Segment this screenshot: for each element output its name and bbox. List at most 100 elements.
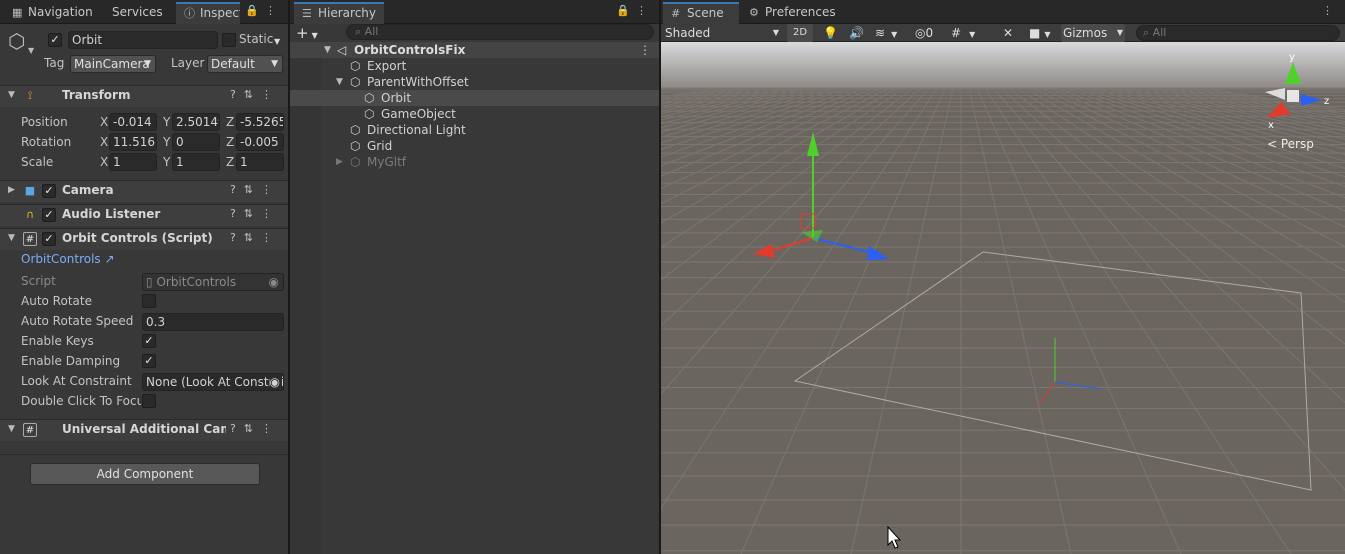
more-options-icon[interactable]: ⋮: [1322, 4, 1339, 17]
rotation-z-field[interactable]: -0.005: [236, 133, 284, 151]
hierarchy-item[interactable]: ⬡ Directional Light: [290, 122, 659, 138]
position-y-field[interactable]: 2.50149: [172, 113, 220, 131]
hierarchy-item[interactable]: ⬡ Export: [290, 58, 659, 74]
hidden-objects-toggle[interactable]: ◎0: [915, 24, 933, 42]
hierarchy-item[interactable]: ⬡ Orbit: [290, 90, 659, 106]
tag-label: Tag: [44, 56, 65, 70]
axis-y-label: Y: [163, 155, 171, 169]
headphones-icon: ∩: [25, 208, 35, 221]
tab-services[interactable]: Services: [104, 2, 171, 24]
component-tools[interactable]: ?⇅⋮: [230, 88, 280, 101]
gizmos-dropdown[interactable]: Gizmos ▼: [1061, 24, 1125, 42]
tab-hierarchy[interactable]: ☰ Hierarchy: [294, 2, 384, 24]
rotation-x-field[interactable]: 11.516: [109, 133, 157, 151]
object-name-field[interactable]: Orbit: [68, 31, 218, 49]
fold-down-icon[interactable]: ▼: [8, 90, 15, 100]
tab-navigation[interactable]: ▦ Navigation: [4, 2, 101, 24]
enable-keys-checkbox[interactable]: ✓: [142, 334, 156, 348]
inspector-tabbar: ▦Navigation Services ⓘInspector 🔒⋮: [0, 0, 288, 24]
chevron-down-icon[interactable]: ▼: [28, 46, 34, 55]
universal-camera-data-header[interactable]: ▼ # Universal Additional Camera Data ?⇅⋮: [0, 419, 288, 441]
audio-toggle-icon[interactable]: 🔊: [849, 24, 864, 42]
fold-down-icon[interactable]: ▼: [336, 74, 343, 90]
effects-toggle-icon[interactable]: ≋ ▼: [875, 24, 897, 42]
component-tools[interactable]: ?⇅⋮: [230, 231, 280, 244]
axis-z-label: Z: [226, 155, 235, 169]
static-dropdown-icon[interactable]: ▼: [274, 37, 280, 46]
orbit-controls-header[interactable]: ▼ # ✓ Orbit Controls (Script) ?⇅⋮: [0, 228, 288, 250]
axis-x-label: X: [100, 155, 109, 169]
search-icon: ⌕: [355, 25, 362, 38]
double-click-focus-checkbox[interactable]: [142, 394, 156, 408]
chevron-down-icon: ▼: [271, 59, 278, 69]
hierarchy-item[interactable]: ⬡ Grid: [290, 138, 659, 154]
grid-toggle-icon[interactable]: # ▼: [951, 24, 975, 42]
fold-right-icon[interactable]: ▶: [336, 154, 343, 170]
orient-center-cube[interactable]: [1287, 90, 1299, 102]
active-checkbox[interactable]: ✓: [48, 33, 62, 47]
camera-icon: ■: [24, 184, 36, 197]
projection-toggle[interactable]: < Persp: [1267, 137, 1314, 151]
auto-rotate-checkbox[interactable]: [142, 294, 156, 308]
audio-listener-header[interactable]: ∩ ✓ Audio Listener ?⇅⋮: [0, 204, 288, 226]
chevron-down-icon: ▼: [969, 30, 976, 39]
hierarchy-search-input[interactable]: ⌕ All: [346, 24, 654, 40]
scale-x-field[interactable]: 1: [109, 153, 157, 171]
scene-row[interactable]: ▼ ◁ OrbitControlsFix ⋮: [290, 42, 659, 58]
static-checkbox[interactable]: [222, 33, 236, 47]
axis-y-label: Y: [163, 135, 171, 149]
rotation-y-field[interactable]: 0: [172, 133, 220, 151]
component-tools[interactable]: ?⇅⋮: [230, 183, 280, 196]
inspector-panel: ▦Navigation Services ⓘInspector 🔒⋮ ⬡ ▼ ✓…: [0, 0, 288, 554]
chevron-down-icon: ▼: [1044, 30, 1051, 39]
scene-search-input[interactable]: ⌕ All: [1136, 25, 1340, 41]
position-z-field[interactable]: -5.5265: [236, 113, 284, 131]
hierarchy-item[interactable]: ▼ ⬡ ParentWithOffset: [290, 74, 659, 90]
lighting-toggle-icon[interactable]: 💡: [823, 24, 838, 42]
fold-down-icon[interactable]: ▼: [8, 233, 15, 243]
hierarchy-item[interactable]: ▶ ⬡ MyGltf: [290, 154, 659, 170]
scene-tab-controls[interactable]: ⋮: [1322, 4, 1339, 17]
lock-icon[interactable]: 🔒: [616, 4, 636, 17]
toggle-2d-button[interactable]: 2D: [787, 24, 813, 42]
component-tools[interactable]: ?⇅⋮: [230, 422, 280, 435]
transform-header[interactable]: ▼ ⟟ Transform ?⇅⋮: [0, 85, 288, 107]
orbit-controls-enabled-checkbox[interactable]: ✓: [42, 232, 56, 246]
inspector-tab-controls[interactable]: 🔒⋮: [245, 4, 282, 17]
more-options-icon[interactable]: ⋮: [636, 4, 653, 17]
fold-right-icon[interactable]: ▶: [8, 185, 15, 195]
more-options-icon[interactable]: ⋮: [639, 42, 651, 58]
camera-header[interactable]: ▶ ■ ✓ Camera ?⇅⋮: [0, 180, 288, 202]
layer-label: Layer: [171, 56, 205, 70]
hierarchy-item[interactable]: ⬡ GameObject: [290, 106, 659, 122]
more-options-icon[interactable]: ⋮: [265, 4, 282, 17]
lock-icon[interactable]: 🔒: [245, 4, 265, 17]
position-x-field[interactable]: -0.014: [109, 113, 157, 131]
layer-dropdown[interactable]: Default ▼: [207, 55, 283, 73]
component-tools[interactable]: ?⇅⋮: [230, 207, 280, 220]
enable-damping-checkbox[interactable]: ✓: [142, 354, 156, 368]
tools-icon[interactable]: ✕: [1003, 24, 1013, 42]
orbit-controls-link[interactable]: OrbitControls ↗: [21, 252, 115, 266]
tag-dropdown[interactable]: MainCamera ▼: [70, 55, 156, 73]
scale-y-field[interactable]: 1: [172, 153, 220, 171]
tab-inspector[interactable]: ⓘInspector: [176, 2, 240, 24]
look-at-constraint-field[interactable]: None (Look At Constraint)◉: [142, 373, 284, 391]
axis-x-label: X: [100, 135, 109, 149]
audio-listener-enabled-checkbox[interactable]: ✓: [42, 208, 56, 222]
hierarchy-tab-controls[interactable]: 🔒⋮: [616, 4, 653, 17]
tab-scene[interactable]: # Scene: [663, 2, 739, 24]
camera-settings-icon[interactable]: ■ ▼: [1029, 24, 1051, 42]
fold-down-icon[interactable]: ▼: [324, 42, 331, 58]
fold-down-icon[interactable]: ▼: [8, 424, 15, 434]
auto-rotate-speed-field[interactable]: 0.3: [142, 313, 284, 331]
scene-viewport[interactable]: y z x < Persp: [661, 42, 1345, 554]
shading-mode-dropdown[interactable]: Shaded ▼: [665, 24, 781, 42]
object-picker-icon[interactable]: ◉: [269, 374, 280, 390]
tab-preferences[interactable]: ⚙ Preferences: [741, 2, 844, 24]
scale-z-field[interactable]: 1: [236, 153, 284, 171]
camera-enabled-checkbox[interactable]: ✓: [42, 184, 56, 198]
gameobject-icon: ⬡: [364, 107, 375, 121]
axis-y-label: Y: [163, 115, 171, 129]
add-component-button[interactable]: Add Component: [30, 463, 260, 485]
